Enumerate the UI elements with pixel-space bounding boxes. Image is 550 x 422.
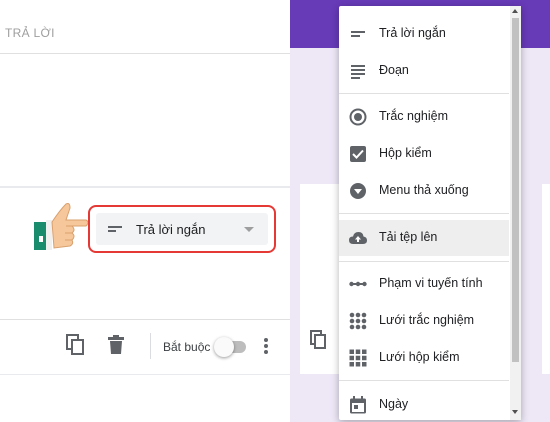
footer-divider: [0, 319, 290, 320]
footer-separator: [150, 333, 151, 359]
menu-item-multiple-choice-grid[interactable]: Lưới trắc nghiệm: [339, 303, 509, 339]
answer-placeholder: TRẢ LỜI: [5, 26, 55, 40]
menu-item-label: Đoạn: [379, 63, 409, 77]
short-answer-icon: [108, 226, 122, 232]
dropdown-arrow-icon: [244, 227, 254, 232]
scroll-up-icon[interactable]: [512, 9, 518, 13]
duplicate-icon: [310, 330, 326, 349]
menu-divider: [339, 213, 509, 214]
menu-item-label: Ngày: [379, 397, 409, 411]
menu-item-label: Lưới hộp kiểm: [379, 350, 460, 364]
menu-scrollbar-thumb[interactable]: [512, 18, 519, 362]
calendar-icon: [350, 396, 366, 414]
menu-item-checkboxes[interactable]: Hộp kiểm: [339, 136, 509, 172]
cloud-upload-icon: [349, 232, 367, 244]
menu-divider: [339, 93, 509, 94]
menu-item-multiple-choice[interactable]: Trắc nghiệm: [339, 99, 509, 135]
form-background: [0, 374, 290, 422]
menu-item-paragraph[interactable]: Đoạn: [339, 53, 509, 89]
radio-button-icon: [349, 108, 367, 126]
menu-item-date[interactable]: Ngày: [339, 387, 509, 420]
scroll-down-icon[interactable]: [512, 410, 518, 414]
paragraph-icon: [351, 65, 365, 79]
delete-icon[interactable]: [107, 335, 125, 355]
background-card-right: [542, 184, 550, 374]
menu-item-label: Lưới trắc nghiệm: [379, 313, 475, 327]
checkbox-grid-icon: [349, 349, 367, 367]
menu-divider: [339, 261, 509, 262]
required-toggle-knob[interactable]: [214, 337, 234, 357]
menu-item-short-answer[interactable]: Trả lời ngắn: [339, 16, 509, 52]
question-type-menu: Trả lời ngắn Đoạn Trắc nghiệm Hộp kiểm M…: [339, 6, 521, 420]
menu-item-label: Trả lời ngắn: [379, 26, 446, 40]
menu-item-label: Menu thả xuống: [379, 183, 469, 197]
menu-item-checkbox-grid[interactable]: Lưới hộp kiểm: [339, 340, 509, 376]
menu-item-file-upload[interactable]: Tải tệp lên: [339, 220, 509, 256]
question-type-label: Trả lời ngắn: [136, 222, 206, 237]
menu-divider: [339, 380, 509, 381]
menu-item-label: Phạm vi tuyến tính: [379, 276, 483, 290]
short-answer-icon: [351, 31, 365, 37]
menu-item-dropdown[interactable]: Menu thả xuống: [339, 173, 509, 209]
checkbox-icon: [350, 146, 366, 162]
more-options-icon[interactable]: [262, 337, 270, 355]
menu-item-label: Trắc nghiệm: [379, 109, 449, 123]
duplicate-icon[interactable]: [66, 334, 86, 356]
dropdown-icon: [350, 183, 366, 199]
menu-item-linear-scale[interactable]: Phạm vi tuyến tính: [339, 266, 509, 302]
linear-scale-icon: [349, 281, 367, 287]
menu-item-label: Hộp kiểm: [379, 146, 432, 160]
required-label: Bắt buộc: [163, 340, 211, 354]
answer-underline: [0, 53, 290, 54]
menu-item-label: Tải tệp lên: [379, 230, 438, 244]
pointing-hand-icon: [34, 203, 88, 250]
radio-grid-icon: [349, 312, 367, 330]
